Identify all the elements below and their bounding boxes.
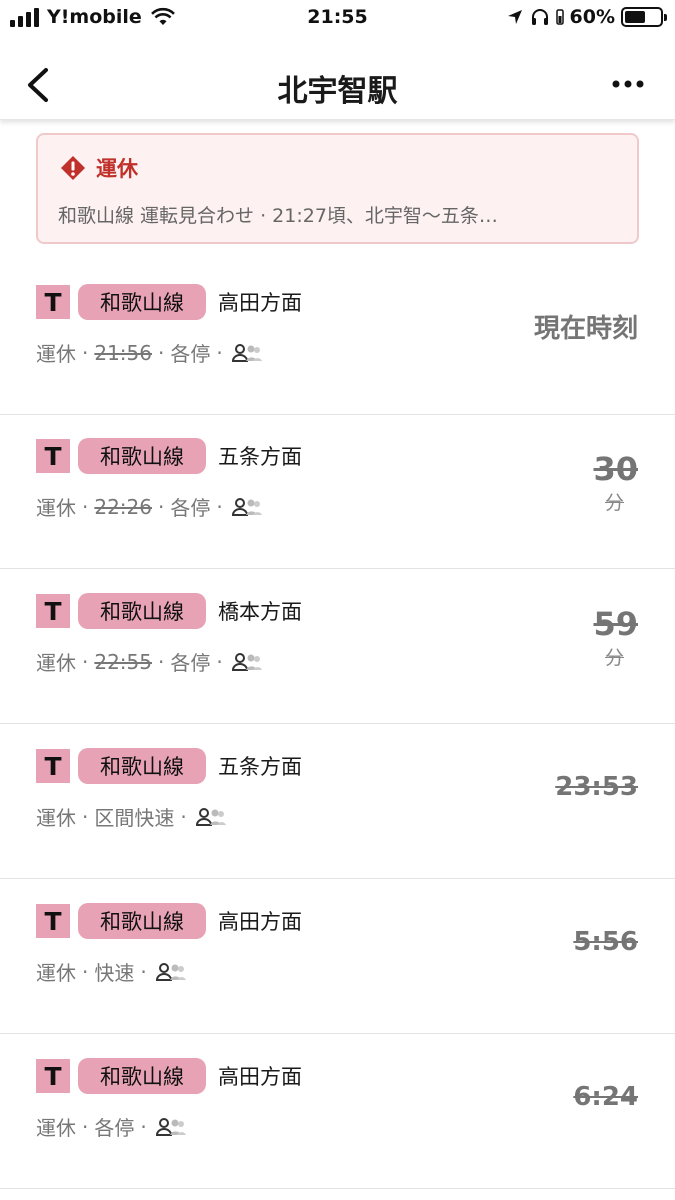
minutes-value: 59 <box>593 605 638 643</box>
crowd-level-icon <box>195 807 226 826</box>
departure-row[interactable]: T 和歌山線 高田方面 運休 · 各停 · 6:24 <box>0 1034 675 1189</box>
battery-percent: 60% <box>569 6 615 28</box>
train-type: 各停 <box>170 651 211 675</box>
separator: · <box>140 959 147 984</box>
separator: · <box>82 1114 89 1139</box>
status-text: 運休 <box>36 342 76 366</box>
departure-row[interactable]: T 和歌山線 五条方面 運休 · 22:26 · 各停 · 30 分 <box>0 414 675 569</box>
train-type: 快速 <box>94 961 135 985</box>
scheduled-time: 21:56 <box>94 340 152 365</box>
status-text: 運休 <box>36 806 76 830</box>
line-symbol-badge: T <box>36 1059 70 1093</box>
train-type: 各停 <box>170 496 211 520</box>
crowd-level-icon <box>231 343 262 362</box>
separator: · <box>216 649 223 674</box>
status-text: 運休 <box>36 496 76 520</box>
headphones-icon <box>531 9 548 25</box>
train-type: 区間快速 <box>94 806 175 830</box>
separator: · <box>180 804 187 829</box>
line-symbol-badge: T <box>36 439 70 473</box>
departure-row[interactable]: T 和歌山線 橋本方面 運休 · 22:55 · 各停 · 59 分 <box>0 569 675 724</box>
direction-label: 高田方面 <box>218 910 302 934</box>
status-text: 運休 <box>36 651 76 675</box>
separator: · <box>82 494 89 519</box>
direction-label: 橋本方面 <box>218 600 302 624</box>
line-name-badge: 和歌山線 <box>78 284 206 320</box>
nav-bar: 北宇智駅 <box>0 48 675 120</box>
separator: · <box>82 959 89 984</box>
minutes-until: 59 分 <box>558 605 638 670</box>
alert-text: 和歌山線 運転見合わせ · 21:27頃、北宇智〜五条… <box>58 205 498 227</box>
battery-small-icon <box>555 9 564 25</box>
separator: · <box>216 340 223 365</box>
train-type: 各停 <box>170 342 211 366</box>
departure-row[interactable]: T 和歌山線 五条方面 運休 · 区間快速 · 23:53 <box>0 724 675 879</box>
separator: · <box>82 649 89 674</box>
status-text: 運休 <box>36 1116 76 1140</box>
crowd-level-icon <box>155 962 186 981</box>
separator: · <box>216 494 223 519</box>
separator: · <box>82 340 89 365</box>
warning-icon <box>61 156 85 180</box>
more-options-icon[interactable] <box>611 76 645 92</box>
scheduled-time: 22:55 <box>94 649 152 674</box>
line-name-badge: 和歌山線 <box>78 593 206 629</box>
crowd-level-icon <box>155 1117 186 1136</box>
train-type: 各停 <box>94 1116 135 1140</box>
separator: · <box>140 1114 147 1139</box>
minutes-until: 30 分 <box>558 450 638 515</box>
line-name-badge: 和歌山線 <box>78 438 206 474</box>
departure-row[interactable]: T 和歌山線 高田方面 運休 · 快速 · 5:56 <box>0 879 675 1034</box>
battery-icon <box>621 7 667 27</box>
line-symbol-badge: T <box>36 594 70 628</box>
line-name-badge: 和歌山線 <box>78 748 206 784</box>
scheduled-time: 22:26 <box>94 494 152 519</box>
line-name-badge: 和歌山線 <box>78 1058 206 1094</box>
line-symbol-badge: T <box>36 749 70 783</box>
minutes-unit: 分 <box>604 492 624 514</box>
direction-label: 高田方面 <box>218 1065 302 1089</box>
service-alert-card[interactable]: 運休 和歌山線 運転見合わせ · 21:27頃、北宇智〜五条… <box>36 133 639 244</box>
location-arrow-icon <box>507 10 522 24</box>
direction-label: 五条方面 <box>218 445 302 469</box>
status-bar: Y!mobile 21:55 60% <box>0 0 675 40</box>
departure-row[interactable]: T 和歌山線 高田方面 運休 · 21:56 · 各停 · 現在時刻 <box>0 260 675 415</box>
departure-time-right: 6:24 <box>573 1082 638 1112</box>
direction-label: 五条方面 <box>218 755 302 779</box>
status-right: 60% <box>506 6 667 28</box>
crowd-level-icon <box>231 497 262 516</box>
separator: · <box>158 494 165 519</box>
departure-time-right: 5:56 <box>573 927 638 957</box>
alert-title: 運休 <box>96 157 138 181</box>
page-title: 北宇智駅 <box>277 74 398 109</box>
line-name-badge: 和歌山線 <box>78 903 206 939</box>
separator: · <box>158 340 165 365</box>
direction-label: 高田方面 <box>218 291 302 315</box>
separator: · <box>82 804 89 829</box>
departure-time-right: 現在時刻 <box>533 314 638 344</box>
line-symbol-badge: T <box>36 285 70 319</box>
status-text: 運休 <box>36 961 76 985</box>
crowd-level-icon <box>231 652 262 671</box>
separator: · <box>158 649 165 674</box>
minutes-unit: 分 <box>604 647 624 669</box>
line-symbol-badge: T <box>36 904 70 938</box>
minutes-value: 30 <box>593 450 638 488</box>
departure-time-right: 23:53 <box>555 772 638 802</box>
